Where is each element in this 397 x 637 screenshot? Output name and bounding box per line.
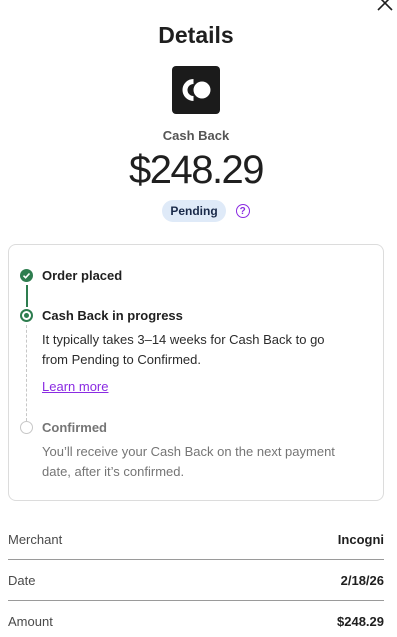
step-description-confirmed: You’ll receive your Cash Back on the nex…	[42, 442, 362, 482]
status-badge: Pending	[162, 200, 226, 222]
details-page: Details Cash Back $248.29 Pending ? Orde…	[0, 0, 397, 637]
merchant-logo	[172, 66, 220, 114]
detail-row-merchant: Merchant Incogni	[8, 519, 384, 560]
description-line: It typically takes 3–14 weeks for Cash B…	[42, 332, 325, 347]
question-circle-icon[interactable]: ?	[235, 204, 250, 218]
cashback-label: Cash Back	[162, 128, 230, 143]
detail-value: 2/18/26	[340, 572, 384, 588]
step-title-order-placed: Order placed	[42, 268, 123, 283]
step-title-in-progress: Cash Back in progress	[42, 308, 183, 323]
status-row: Pending ?	[0, 200, 392, 222]
step-description-in-progress: It typically takes 3–14 weeks for Cash B…	[42, 330, 362, 370]
active-step-icon	[20, 309, 33, 322]
close-icon	[377, 0, 393, 11]
detail-label: Amount	[8, 614, 53, 629]
step-title-confirmed: Confirmed	[42, 420, 107, 435]
detail-label: Date	[8, 572, 36, 588]
pending-step-icon	[20, 421, 33, 434]
detail-value: $248.29	[337, 614, 384, 629]
learn-more-link[interactable]: Learn more	[42, 379, 108, 394]
cashback-amount: $248.29	[128, 148, 265, 192]
progress-card: Order placed Cash Back in progress It ty…	[8, 244, 384, 501]
close-button[interactable]	[375, 0, 395, 13]
detail-value: Incogni	[337, 531, 384, 547]
page-title: Details	[158, 22, 234, 48]
timeline-connector-dashed	[26, 325, 27, 421]
description-line: from Pending to Confirmed.	[42, 352, 201, 367]
description-line: date, after it’s confirmed.	[42, 464, 185, 479]
detail-label: Merchant	[8, 531, 63, 547]
timeline-connector	[26, 285, 28, 307]
check-circle-icon	[20, 269, 33, 282]
description-line: You’ll receive your Cash Back on the nex…	[42, 444, 335, 459]
detail-row-date: Date 2/18/26	[8, 560, 384, 601]
detail-row-amount: Amount $248.29	[8, 601, 384, 637]
